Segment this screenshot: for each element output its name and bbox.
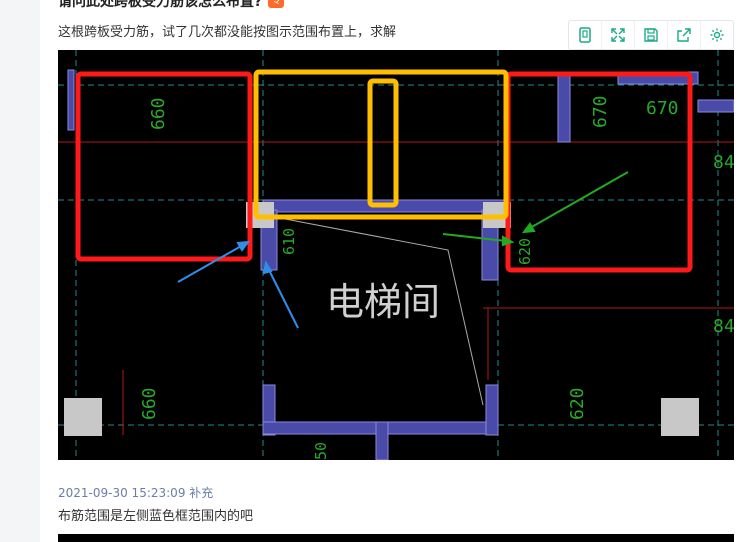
dim-label: 50 — [312, 442, 330, 460]
phone-icon — [579, 27, 591, 43]
dim-label: 610 — [280, 228, 298, 255]
settings-button[interactable] — [701, 21, 733, 49]
dim-label: 660 — [148, 97, 169, 130]
room-label: 电梯间 — [326, 280, 440, 324]
post-description: 这根跨板受力筋，试了几次都没能按图示范围布置上，求解 — [58, 25, 397, 40]
post-title[interactable]: 请问此处跨板受力筋该怎么布置? — [58, 0, 262, 11]
cad-drawing-image[interactable]: 660 610 670 670 620 84 84 660 620 50 电梯间 — [58, 50, 734, 460]
phone-view-button[interactable] — [569, 21, 602, 49]
post-title-row: 请问此处跨板受力筋该怎么布置? 专 — [58, 0, 285, 11]
post-card: 请问此处跨板受力筋该怎么布置? 专 这根跨板受力筋，试了几次都没能按图示范围布置… — [40, 0, 754, 542]
fullscreen-icon — [611, 28, 625, 42]
fullscreen-button[interactable] — [602, 21, 635, 49]
dim-label: 670 — [646, 98, 679, 119]
dim-label: 670 — [590, 95, 611, 128]
gear-icon — [710, 28, 724, 42]
supplement-text: 布筋范围是左侧蓝色框范围内的吧 — [58, 509, 254, 524]
dim-label: 620 — [567, 387, 588, 420]
supplement-timestamp: 2021-09-30 15:23:09 补充 — [58, 486, 214, 500]
dim-label: 84 — [713, 316, 734, 337]
image-toolbar — [568, 20, 734, 50]
save-button[interactable] — [635, 21, 668, 49]
second-image-top[interactable] — [58, 534, 734, 542]
expert-tag: 专 — [268, 0, 285, 8]
dim-label: 620 — [516, 238, 534, 265]
save-icon — [644, 28, 658, 42]
share-icon — [677, 28, 691, 42]
dim-label: 84 — [713, 152, 734, 173]
dim-label: 660 — [139, 387, 160, 420]
share-button[interactable] — [668, 21, 701, 49]
